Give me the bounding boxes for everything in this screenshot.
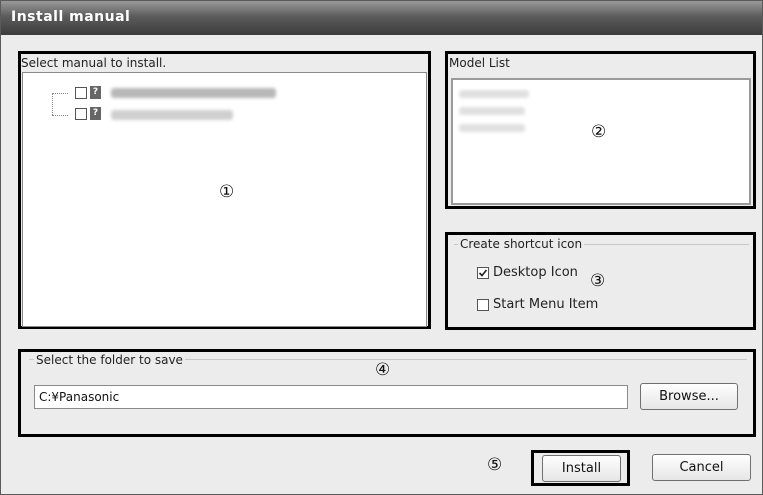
folder-path-input[interactable]: C:¥Panasonic (34, 385, 628, 409)
title-bar[interactable]: Install manual (1, 1, 762, 35)
tree-connector (52, 115, 68, 116)
manual-tree[interactable]: ? ? ① (22, 72, 427, 327)
install-manual-dialog: Install manual Select manual to install.… (0, 0, 763, 495)
model-item-redacted (459, 90, 529, 98)
start-menu-checkbox[interactable] (477, 299, 489, 311)
shortcut-section: Create shortcut icon Desktop Icon ③ Star… (445, 232, 756, 330)
question-icon: ? (90, 86, 101, 99)
cancel-button[interactable]: Cancel (652, 454, 751, 481)
manual-panel-label: Select manual to install. (21, 56, 167, 70)
desktop-icon-label: Desktop Icon (493, 265, 578, 280)
manual-item-label-redacted (111, 110, 233, 120)
tree-connector (52, 93, 53, 115)
manual-item-checkbox[interactable] (75, 87, 87, 99)
manual-item-checkbox[interactable] (75, 108, 87, 120)
folder-section: Select the folder to save ④ C:¥Panasonic… (18, 349, 756, 437)
manual-selection-section: Select manual to install. ? ? ① (18, 51, 431, 329)
model-list-label: Model List (449, 56, 510, 70)
model-item-redacted (459, 107, 525, 115)
start-menu-label: Start Menu Item (493, 297, 599, 312)
checkmark-icon (478, 269, 488, 277)
model-item-redacted (459, 124, 525, 132)
callout-4: ④ (375, 360, 391, 380)
callout-5: ⑤ (487, 455, 503, 475)
folder-group-label: Select the folder to save (34, 353, 185, 367)
model-list-section: Model List ② (445, 51, 756, 209)
install-button-highlight: Install (531, 450, 630, 486)
shortcut-group-label: Create shortcut icon (458, 237, 585, 251)
model-list[interactable]: ② (451, 78, 751, 205)
question-icon: ? (90, 107, 101, 120)
install-button[interactable]: Install (542, 455, 621, 482)
window-title: Install manual (11, 9, 131, 25)
callout-1: ① (219, 182, 235, 202)
browse-button[interactable]: Browse... (640, 383, 738, 410)
callout-2: ② (591, 122, 607, 142)
manual-item-label-redacted (111, 88, 276, 98)
desktop-icon-checkbox[interactable] (477, 267, 489, 279)
tree-connector (52, 93, 68, 94)
callout-3: ③ (590, 271, 606, 291)
